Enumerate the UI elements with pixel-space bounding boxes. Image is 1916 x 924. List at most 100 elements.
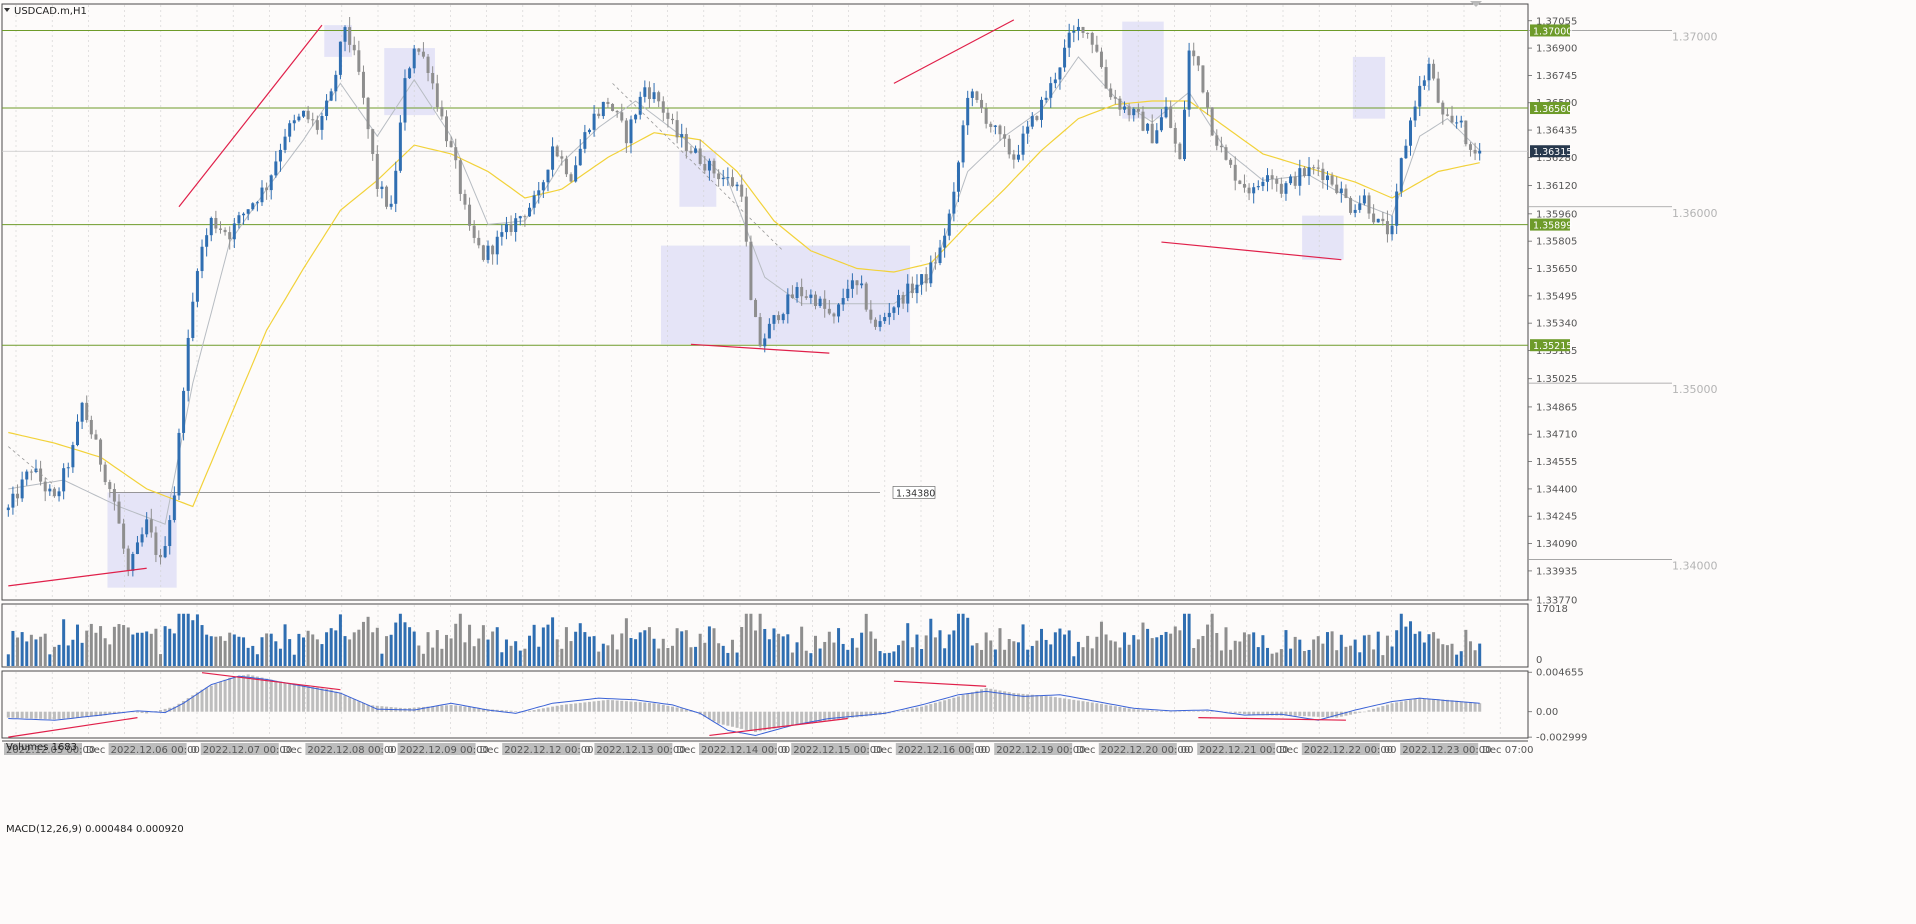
price-tick-label: 1.35805 [1536, 237, 1577, 248]
time-label: 2022.12.23 00:00 [1402, 745, 1491, 756]
volume-bar [1395, 630, 1399, 666]
macd-hist-bar [306, 686, 310, 712]
macd-hist-bar [546, 707, 550, 712]
volume-bar [481, 625, 485, 666]
volume-bar [357, 629, 361, 666]
candle-body [278, 149, 282, 162]
macd-hist-bar [675, 707, 679, 712]
volume-bar [122, 625, 126, 666]
highlight-box [679, 150, 717, 207]
volume-bar [800, 626, 804, 666]
volume-bar [200, 625, 204, 666]
macd-hist-bar [647, 702, 651, 712]
macd-hist-bar [578, 702, 582, 712]
candle-body [564, 158, 568, 175]
volume-bar [878, 651, 882, 666]
volume-bar [1127, 644, 1131, 666]
candle-body [177, 432, 181, 496]
volume-bar [177, 613, 181, 666]
volume-bar [1210, 613, 1214, 666]
macd-hist-bar [1206, 711, 1210, 712]
volume-bar [112, 626, 116, 666]
macd-hist-bar [329, 689, 333, 712]
macd-hist-bar [629, 701, 633, 712]
macd-hist-bar [1030, 694, 1034, 712]
volume-bar [163, 626, 167, 666]
volume-bar [1233, 640, 1237, 666]
macd-hist-bar [606, 699, 610, 712]
volume-bar [961, 613, 965, 666]
volume-bar [1182, 613, 1186, 666]
volume-bar [237, 636, 241, 666]
macd-hist-bar [1123, 707, 1127, 712]
macd-hist-bar [763, 711, 767, 731]
volume-bar [412, 631, 416, 666]
macd-hist-bar [163, 708, 167, 712]
volume-bar [468, 624, 472, 666]
candle-body [850, 280, 854, 289]
volume-bar [1436, 638, 1440, 666]
candle-body [463, 193, 467, 205]
macd-hist-bar [1090, 702, 1094, 712]
volume-bar [827, 631, 831, 666]
candle-body [251, 203, 255, 210]
volume-bar [707, 626, 711, 666]
volume-bar [717, 643, 721, 666]
volume-bar [486, 639, 490, 666]
macd-hist-bar [1178, 711, 1182, 713]
macd-hist-bar [357, 701, 361, 712]
candle-body [297, 116, 301, 121]
candle-body [1123, 106, 1127, 110]
macd-hist-bar [1432, 698, 1436, 712]
volume-bar [1266, 647, 1270, 666]
volume-bar [1058, 628, 1062, 666]
volume-bar [952, 630, 956, 666]
macd-hist-bar [597, 700, 601, 712]
volume-bar [449, 638, 453, 666]
candle-body [311, 119, 315, 121]
candle-body [1132, 109, 1136, 116]
price-tick-label: 1.36900 [1536, 44, 1577, 55]
candle-body [1044, 97, 1048, 100]
candle-body [989, 123, 993, 127]
candle-body [1321, 168, 1325, 181]
volume-bar [514, 641, 518, 666]
volume-bar [1123, 632, 1127, 666]
candle-body [763, 338, 767, 347]
volume-bar [578, 623, 582, 666]
volume-bar [1164, 631, 1168, 666]
macd-hist-bar [1473, 702, 1477, 712]
candle-body [440, 107, 444, 117]
candle-body [947, 213, 951, 236]
volume-bar [795, 642, 799, 666]
candle-body [1289, 176, 1293, 184]
candle-body [371, 129, 375, 154]
volume-bar [352, 632, 356, 666]
candle-body [20, 479, 24, 499]
volume-bar [1109, 640, 1113, 666]
volume-bar [440, 648, 444, 666]
candle-body [841, 298, 845, 305]
macd-hist-bar [232, 676, 236, 712]
macd-hist-bar [897, 711, 901, 712]
volume-bar [772, 628, 776, 666]
candle-body [698, 148, 702, 164]
volume-bar [601, 643, 605, 666]
candle-body [6, 507, 10, 511]
volume-bar [278, 648, 282, 666]
volume-bar [551, 617, 555, 666]
volume-bar [1252, 632, 1256, 666]
candle-body [1261, 181, 1265, 187]
volume-bar [560, 648, 564, 666]
macd-hist-bar [1455, 700, 1459, 712]
candle-body [915, 284, 919, 294]
macd-hist-bar [297, 684, 301, 712]
candle-body [11, 493, 15, 508]
volume-bar [504, 639, 508, 666]
volume-bar [117, 624, 121, 666]
candle-body [477, 237, 481, 246]
candle-body [1362, 195, 1366, 204]
volume-bar [906, 623, 910, 666]
macd-hist-bar [809, 711, 813, 723]
candle-body [29, 471, 33, 473]
